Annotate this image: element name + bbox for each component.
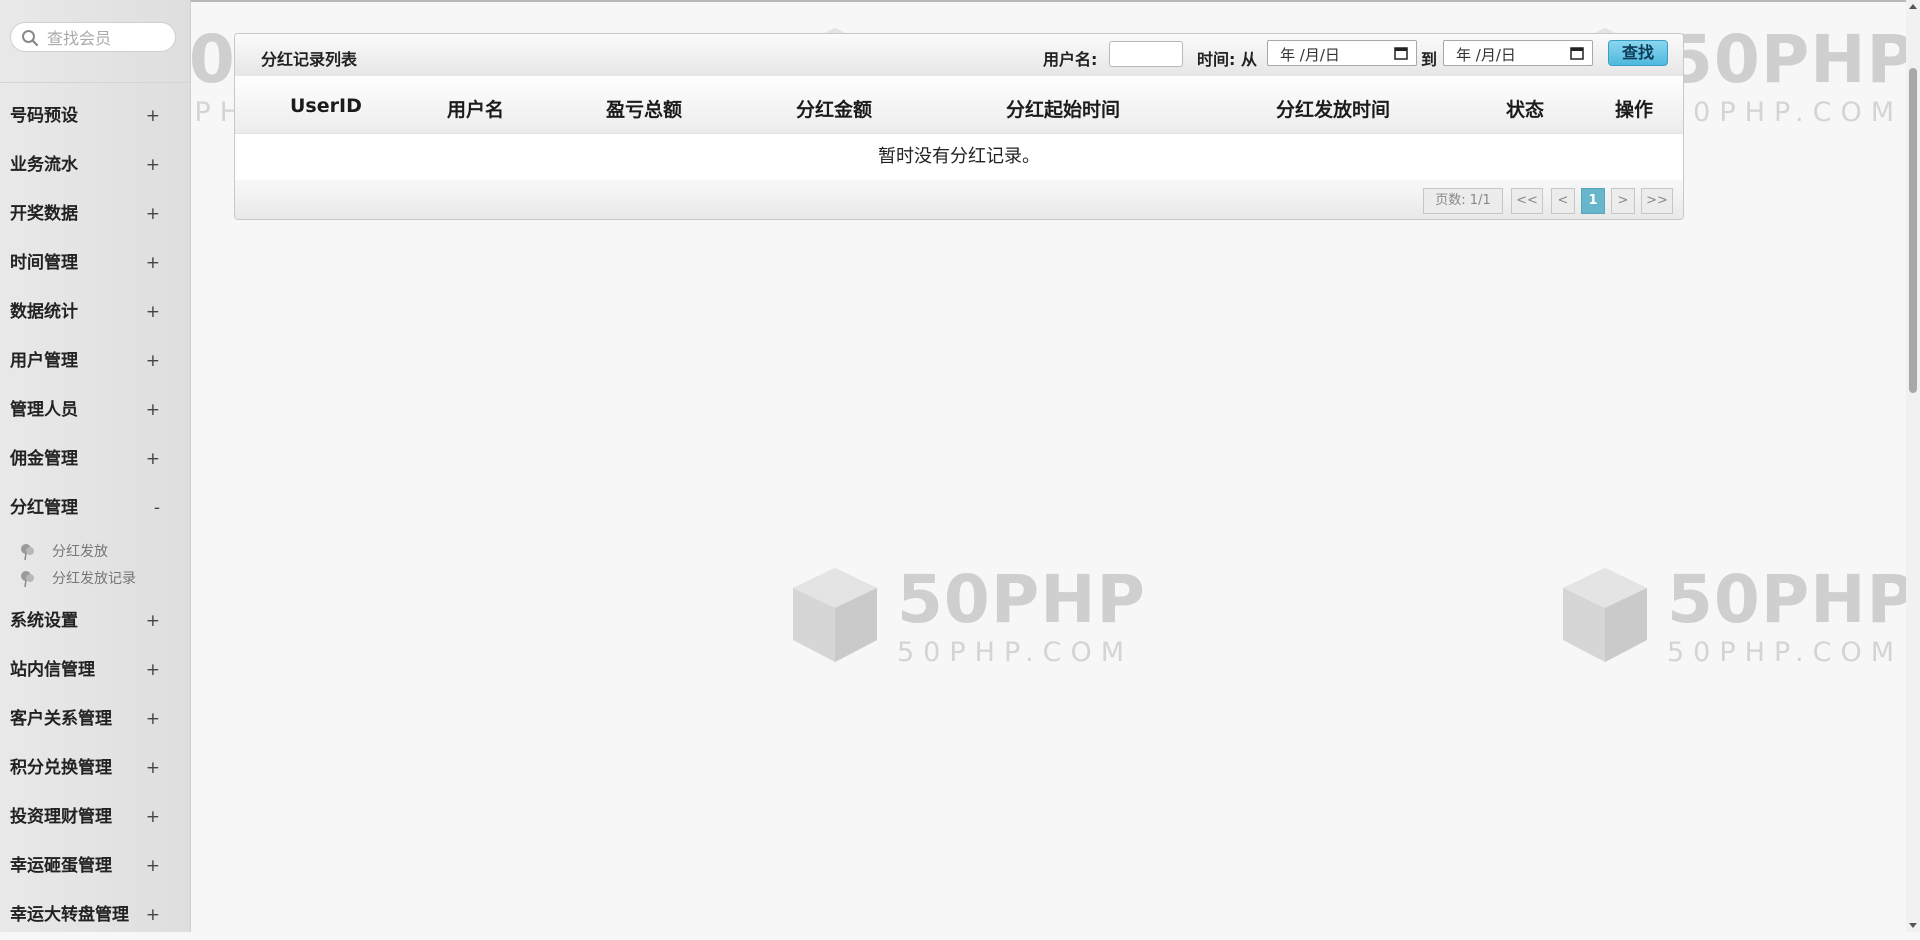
dividend-records-panel: 分红记录列表 用户名: 时间: 从 年 /月/日 到 年 /月/日 查找 Use… (234, 33, 1684, 220)
column-header: 分红起始时间 (1006, 99, 1121, 121)
menu-item-label: 站内信管理 (10, 660, 95, 680)
expand-toggle[interactable]: + (146, 141, 160, 190)
expand-toggle[interactable]: + (146, 695, 160, 744)
search-icon (22, 30, 39, 47)
page-scrollbar[interactable] (1906, 0, 1920, 932)
first-page-button[interactable]: << (1511, 188, 1543, 214)
watermark-logo: 50PHP50PHP.COM (785, 560, 1155, 670)
time-from-label: 时间: 从 (1197, 50, 1257, 69)
menu-item-lucky-wheel[interactable]: 幸运大转盘管理 + (0, 891, 190, 940)
pin-icon (21, 544, 34, 561)
scroll-down-arrow-icon[interactable] (1909, 923, 1917, 928)
submenu-item-dividend-payout[interactable]: 分红发放 (0, 539, 190, 566)
menu-item-label: 分红管理 (10, 498, 78, 518)
date-placeholder: 年 /月/日 (1280, 46, 1340, 64)
menu-item-label: 佣金管理 (10, 449, 78, 469)
prev-page-button[interactable]: < (1551, 188, 1575, 214)
calendar-icon[interactable] (1570, 46, 1584, 60)
calendar-icon[interactable] (1394, 46, 1408, 60)
scroll-up-arrow-icon[interactable] (1909, 4, 1917, 9)
page-info: 页数: 1/1 (1423, 188, 1503, 214)
menu-item-label: 业务流水 (10, 155, 78, 175)
expand-toggle[interactable]: + (146, 793, 160, 842)
column-header: 操作 (1615, 99, 1654, 121)
menu-item-label: 客户关系管理 (10, 709, 112, 729)
end-date-input[interactable]: 年 /月/日 (1443, 40, 1593, 66)
menu-item-admins[interactable]: 管理人员 + (0, 386, 190, 435)
sidebar-divider (0, 82, 190, 83)
panel-title: 分红记录列表 (261, 50, 358, 69)
menu-item-crm[interactable]: 客户关系管理 + (0, 695, 190, 744)
menu-item-label: 管理人员 (10, 400, 78, 420)
submenu-item-label: 分红发放 (52, 544, 108, 560)
next-page-button[interactable]: > (1611, 188, 1635, 214)
menu-item-points-exchange[interactable]: 积分兑换管理 + (0, 744, 190, 793)
menu-item-label: 积分兑换管理 (10, 758, 112, 778)
expand-toggle[interactable]: + (146, 239, 160, 288)
search-button[interactable]: 查找 (1608, 40, 1668, 66)
menu-item-system-settings[interactable]: 系统设置 + (0, 597, 190, 646)
expand-toggle[interactable]: + (146, 288, 160, 337)
table-header: UserID 用户名 盈亏总额 分红金额 分红起始时间 分红发放时间 状态 操作 (235, 76, 1683, 134)
expand-toggle[interactable]: + (146, 646, 160, 695)
expand-toggle[interactable]: + (146, 92, 160, 141)
pin-icon (21, 571, 34, 588)
menu-item-user-management[interactable]: 用户管理 + (0, 337, 190, 386)
dividend-submenu: 分红发放 分红发放记录 (0, 533, 190, 597)
start-date-input[interactable]: 年 /月/日 (1267, 40, 1417, 66)
column-header: 状态 (1506, 99, 1545, 121)
menu-item-messages[interactable]: 站内信管理 + (0, 646, 190, 695)
current-page-button[interactable]: 1 (1581, 188, 1605, 214)
sidebar: 号码预设 + 业务流水 + 开奖数据 + 时间管理 + 数据统计 + 用户管理 + 管理人员… (0, 0, 191, 932)
collapse-toggle[interactable]: - (154, 484, 160, 533)
menu-item-lottery-data[interactable]: 开奖数据 + (0, 190, 190, 239)
menu-item-number-preset[interactable]: 号码预设 + (0, 92, 190, 141)
username-label: 用户名: (1043, 50, 1098, 69)
expand-toggle[interactable]: + (146, 744, 160, 793)
menu-item-label: 用户管理 (10, 351, 78, 371)
member-search-input[interactable] (45, 27, 169, 49)
expand-toggle[interactable]: + (146, 386, 160, 435)
column-header: 分红发放时间 (1276, 99, 1391, 121)
menu-item-label: 开奖数据 (10, 204, 78, 224)
menu-item-lucky-egg[interactable]: 幸运砸蛋管理 + (0, 842, 190, 891)
last-page-button[interactable]: >> (1641, 188, 1673, 214)
menu-item-investment[interactable]: 投资理财管理 + (0, 793, 190, 842)
expand-toggle[interactable]: + (146, 842, 160, 891)
menu-item-commission[interactable]: 佣金管理 + (0, 435, 190, 484)
menu-item-label: 系统设置 (10, 611, 78, 631)
username-input[interactable] (1109, 41, 1183, 67)
top-border (0, 0, 1920, 2)
column-header: UserID (290, 95, 362, 117)
menu-item-statistics[interactable]: 数据统计 + (0, 288, 190, 337)
expand-toggle[interactable]: + (146, 597, 160, 646)
menu-item-label: 时间管理 (10, 253, 78, 273)
expand-toggle[interactable]: + (146, 891, 160, 940)
pagination-bar: 页数: 1/1 << < 1 > >> (235, 180, 1683, 219)
menu-item-time-management[interactable]: 时间管理 + (0, 239, 190, 288)
menu-item-label: 幸运砸蛋管理 (10, 856, 112, 876)
submenu-item-dividend-records[interactable]: 分红发放记录 (0, 566, 190, 593)
menu-item-label: 号码预设 (10, 106, 78, 126)
panel-header: 分红记录列表 用户名: 时间: 从 年 /月/日 到 年 /月/日 查找 (235, 34, 1683, 77)
expand-toggle[interactable]: + (146, 337, 160, 386)
expand-toggle[interactable]: + (146, 190, 160, 239)
empty-table-message: 暂时没有分红记录。 (235, 133, 1683, 181)
watermark-logo: 50PHP50PHP.COM (1555, 560, 1920, 670)
menu-item-label: 幸运大转盘管理 (10, 905, 129, 925)
column-header: 用户名 (447, 99, 505, 121)
column-header: 分红金额 (796, 99, 873, 121)
member-search-box[interactable] (10, 22, 176, 52)
sidebar-menu: 号码预设 + 业务流水 + 开奖数据 + 时间管理 + 数据统计 + 用户管理 + 管理人员… (0, 92, 190, 940)
menu-item-business-flow[interactable]: 业务流水 + (0, 141, 190, 190)
date-placeholder: 年 /月/日 (1456, 46, 1516, 64)
menu-item-label: 投资理财管理 (10, 807, 112, 827)
menu-item-label: 数据统计 (10, 302, 78, 322)
menu-item-dividend[interactable]: 分红管理 - (0, 484, 190, 533)
scrollbar-thumb[interactable] (1909, 68, 1917, 393)
column-header: 盈亏总额 (606, 99, 683, 121)
time-to-label: 到 (1421, 50, 1438, 69)
expand-toggle[interactable]: + (146, 435, 160, 484)
submenu-item-label: 分红发放记录 (52, 571, 136, 587)
